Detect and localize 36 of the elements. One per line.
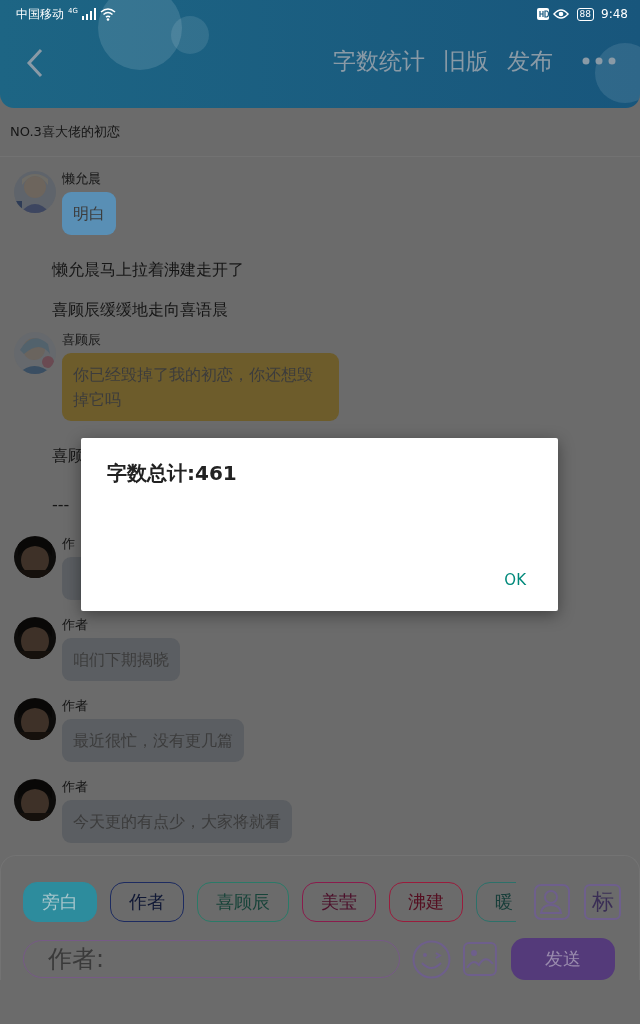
narration-text: 懒允晨马上拉着沸建走开了 xyxy=(52,259,244,281)
tag-button[interactable]: 标 xyxy=(584,884,621,920)
role-chip[interactable]: 旁白 xyxy=(23,882,97,922)
eye-icon xyxy=(552,8,569,20)
narration-text: 喜顾辰缓缓地走向喜语晨 xyxy=(52,299,228,321)
speaker-name: 作者 xyxy=(62,616,88,634)
send-button[interactable]: 发送 xyxy=(511,938,615,980)
speaker-name: 作者 xyxy=(62,778,88,796)
header-action[interactable]: 字数统计 xyxy=(324,45,434,77)
emoji-icon[interactable] xyxy=(412,939,452,979)
battery-indicator: 88 xyxy=(576,7,595,21)
person-icon[interactable] xyxy=(534,884,570,920)
role-chip[interactable]: 暖 xyxy=(476,882,516,922)
hd-icon xyxy=(536,8,549,20)
speaker-name: 作 xyxy=(62,535,75,553)
wifi-icon xyxy=(99,7,116,21)
role-chip[interactable]: 作者 xyxy=(110,882,184,922)
signal-icon xyxy=(81,8,96,20)
more-icon[interactable] xyxy=(582,57,616,65)
speaker-name: 懒允晨 xyxy=(62,170,101,188)
image-icon[interactable] xyxy=(463,942,498,976)
role-chip[interactable]: 沸建 xyxy=(389,882,463,922)
role-chip[interactable]: 喜顾辰 xyxy=(197,882,289,922)
role-chip[interactable]: 美莹 xyxy=(302,882,376,922)
speaker-name: 喜顾辰 xyxy=(62,331,101,349)
dashed-divider: --- xyxy=(52,494,70,516)
speaker-name: 作者 xyxy=(62,697,88,715)
chapter-title: NO.3喜大佬的初恋 xyxy=(10,123,120,141)
header-action[interactable]: 发布 xyxy=(498,45,562,77)
carrier-name: 中国移动 xyxy=(16,5,64,23)
dialog-message: 字数总计:461 xyxy=(107,460,237,487)
clock-time: 9:48 xyxy=(601,7,628,21)
message-bubble: 明白 xyxy=(62,192,116,235)
ok-button[interactable]: OK xyxy=(500,567,530,593)
header-action[interactable]: 旧版 xyxy=(434,45,498,77)
back-icon[interactable] xyxy=(26,48,44,78)
